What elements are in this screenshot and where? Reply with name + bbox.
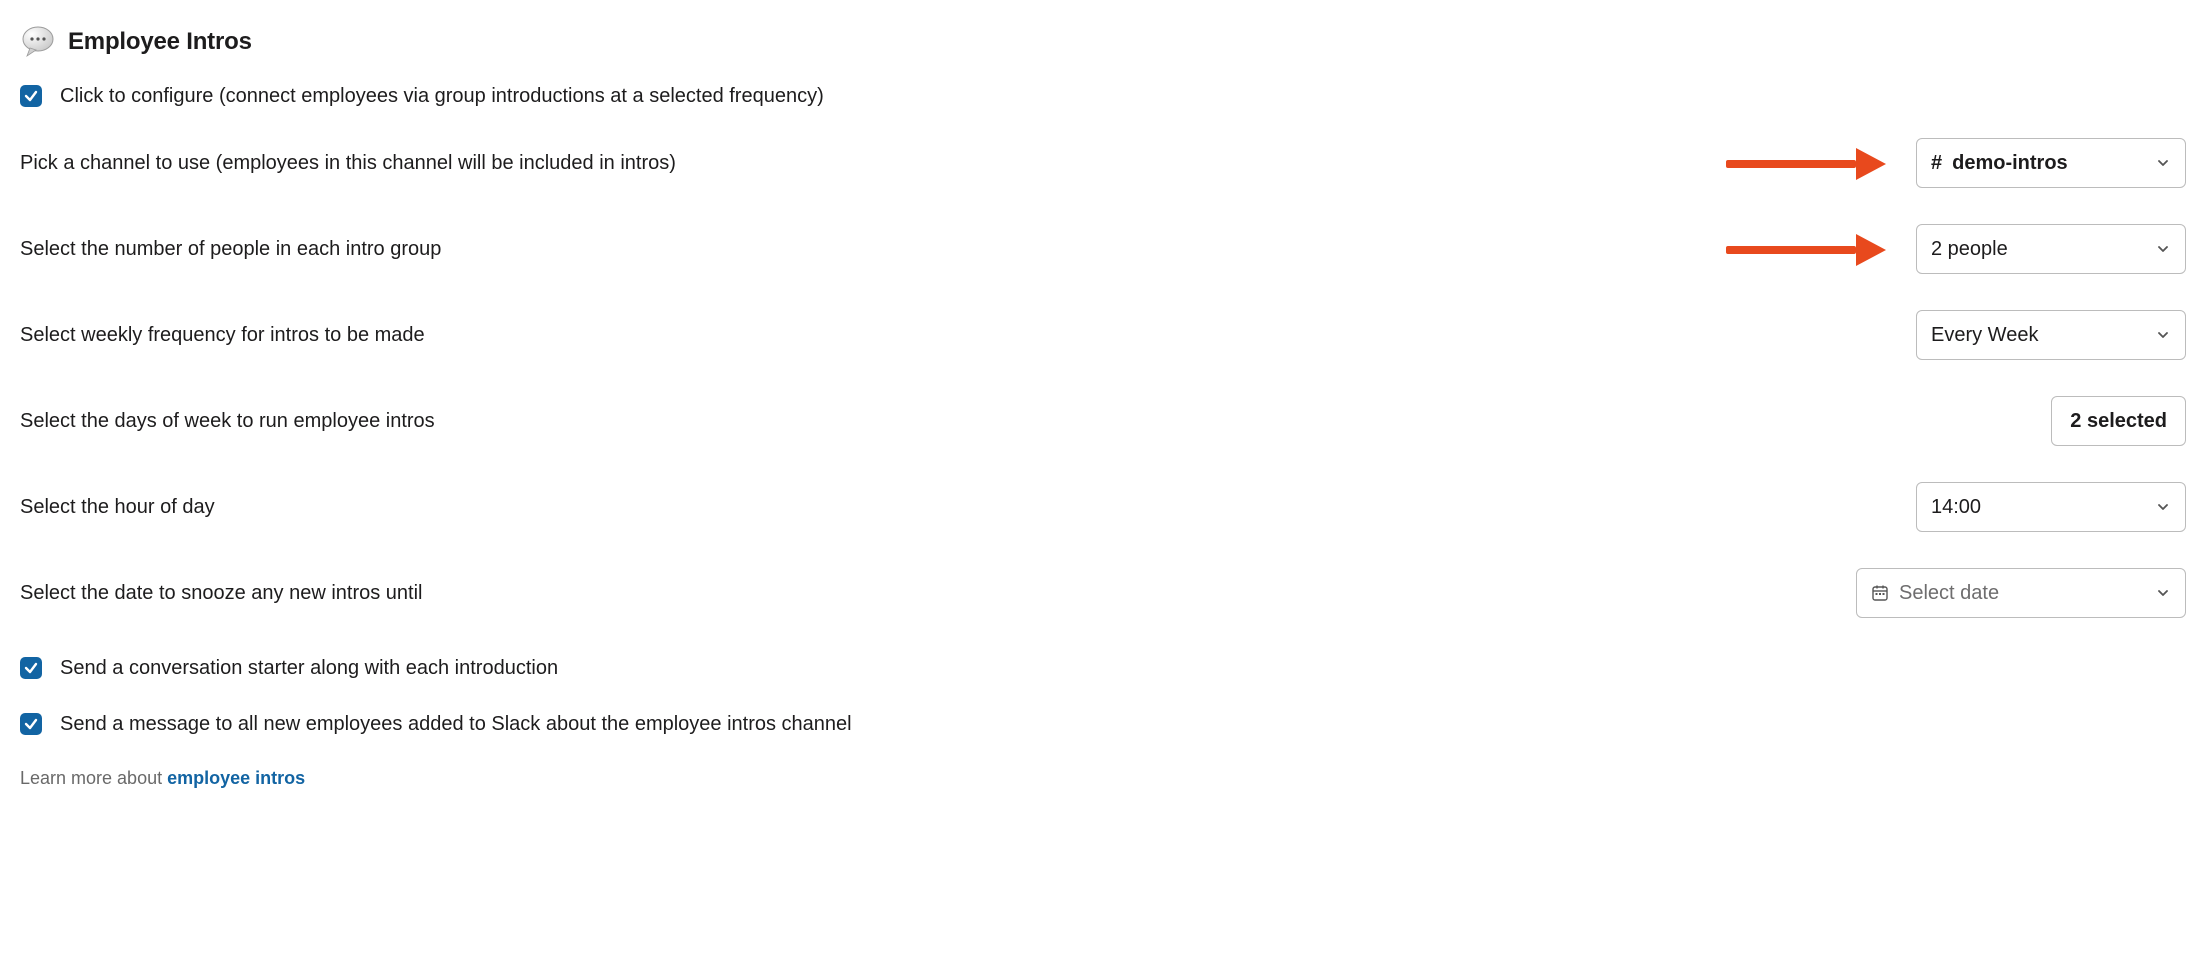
footer-prefix: Learn more about bbox=[20, 768, 167, 788]
channel-select[interactable]: # demo-intros bbox=[1916, 138, 2186, 188]
days-row: Select the days of week to run employee … bbox=[20, 396, 2186, 446]
hour-select[interactable]: 14:00 bbox=[1916, 482, 2186, 532]
conversation-starter-checkbox[interactable] bbox=[20, 657, 42, 679]
hash-icon: # bbox=[1931, 149, 1942, 177]
employee-intros-link[interactable]: employee intros bbox=[167, 768, 305, 788]
footer-learn-more: Learn more about employee intros bbox=[20, 766, 2186, 791]
hour-label: Select the hour of day bbox=[20, 493, 215, 521]
snooze-date-select[interactable]: Select date bbox=[1856, 568, 2186, 618]
new-employee-msg-label: Send a message to all new employees adde… bbox=[60, 710, 852, 738]
section-title: Employee Intros bbox=[68, 25, 252, 59]
snooze-placeholder: Select date bbox=[1899, 579, 1999, 607]
group-size-value: 2 people bbox=[1931, 235, 2008, 263]
conversation-starter-row: Send a conversation starter along with e… bbox=[20, 654, 2186, 682]
frequency-select[interactable]: Every Week bbox=[1916, 310, 2186, 360]
frequency-value: Every Week bbox=[1931, 321, 2038, 349]
channel-label: Pick a channel to use (employees in this… bbox=[20, 149, 676, 177]
configure-label: Click to configure (connect employees vi… bbox=[60, 82, 824, 110]
hour-row: Select the hour of day 14:00 bbox=[20, 482, 2186, 532]
speech-bubble-icon bbox=[20, 24, 56, 60]
conversation-starter-label: Send a conversation starter along with e… bbox=[60, 654, 558, 682]
chevron-down-icon bbox=[2155, 499, 2171, 515]
channel-row: Pick a channel to use (employees in this… bbox=[20, 138, 2186, 188]
new-employee-msg-checkbox[interactable] bbox=[20, 713, 42, 735]
group-size-row: Select the number of people in each intr… bbox=[20, 224, 2186, 274]
group-size-select[interactable]: 2 people bbox=[1916, 224, 2186, 274]
annotation-arrow-icon bbox=[1726, 154, 1886, 172]
chevron-down-icon bbox=[2155, 155, 2171, 171]
new-employee-msg-row: Send a message to all new employees adde… bbox=[20, 710, 2186, 738]
hour-value: 14:00 bbox=[1931, 493, 1981, 521]
channel-value: demo-intros bbox=[1952, 149, 2068, 177]
chevron-down-icon bbox=[2155, 585, 2171, 601]
configure-checkbox[interactable] bbox=[20, 85, 42, 107]
days-select[interactable]: 2 selected bbox=[2051, 396, 2186, 446]
days-label: Select the days of week to run employee … bbox=[20, 407, 435, 435]
annotation-arrow-icon bbox=[1726, 240, 1886, 258]
frequency-label: Select weekly frequency for intros to be… bbox=[20, 321, 425, 349]
configure-row: Click to configure (connect employees vi… bbox=[20, 82, 2186, 110]
group-size-label: Select the number of people in each intr… bbox=[20, 235, 441, 263]
frequency-row: Select weekly frequency for intros to be… bbox=[20, 310, 2186, 360]
days-value: 2 selected bbox=[2070, 407, 2167, 435]
section-header: Employee Intros bbox=[20, 24, 2186, 60]
snooze-label: Select the date to snooze any new intros… bbox=[20, 579, 422, 607]
snooze-row: Select the date to snooze any new intros… bbox=[20, 568, 2186, 618]
chevron-down-icon bbox=[2155, 241, 2171, 257]
calendar-icon bbox=[1871, 584, 1889, 602]
chevron-down-icon bbox=[2155, 327, 2171, 343]
